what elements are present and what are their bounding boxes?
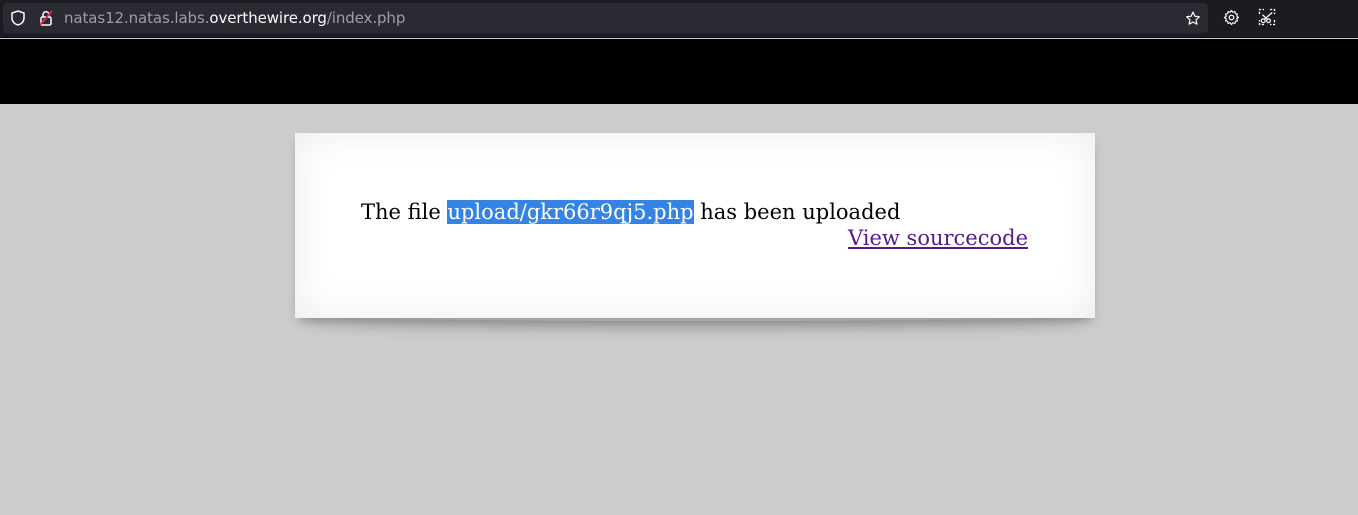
url-path: /index.php [326,9,406,27]
message-suffix: has been uploaded [693,200,901,224]
view-sourcecode-link[interactable]: View sourcecode [848,225,1028,251]
upload-message: The file upload/gkr66r9qj5.php has been … [361,199,900,225]
bookmark-star-icon[interactable] [1185,10,1201,26]
browser-toolbar: natas12.natas.labs.overthewire.org/index… [0,0,1358,38]
url-prefix: natas12.natas.labs. [64,9,210,27]
content-box: The file upload/gkr66r9qj5.php has been … [295,133,1095,318]
message-prefix: The file [361,200,448,224]
uploaded-file-path[interactable]: upload/gkr66r9qj5.php [447,200,694,224]
url-domain: overthewire.org [209,9,327,27]
screenshot-icon[interactable] [1258,8,1276,26]
settings-gear-icon[interactable] [1222,8,1240,26]
site-header [0,39,1358,104]
shield-icon[interactable] [10,10,26,26]
insecure-lock-icon[interactable] [38,10,54,26]
url-text[interactable]: natas12.natas.labs.overthewire.org/index… [64,9,405,27]
address-bar[interactable]: natas12.natas.labs.overthewire.org/index… [3,3,1208,33]
